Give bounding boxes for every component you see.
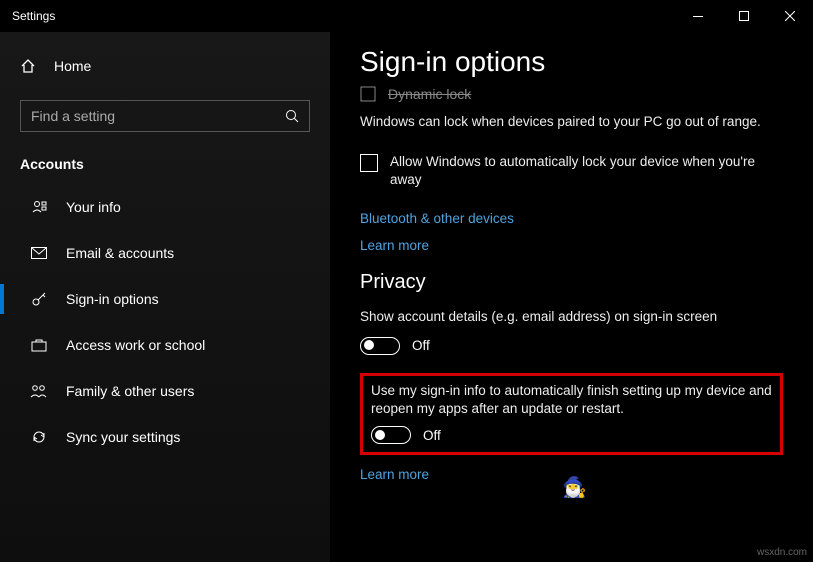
checkbox-outline-icon: [360, 86, 376, 102]
sidebar-item-label: Sign-in options: [66, 291, 159, 307]
home-button[interactable]: Home: [0, 44, 330, 88]
sidebar-item-your-info[interactable]: Your info: [0, 184, 330, 230]
briefcase-icon: [30, 338, 48, 352]
sidebar-item-sync-settings[interactable]: Sync your settings: [0, 414, 330, 460]
dynamic-lock-label: Dynamic lock: [388, 86, 471, 102]
learn-more-link[interactable]: Learn more: [360, 238, 783, 253]
search-input[interactable]: [31, 108, 277, 124]
mascot-overlay: 🧙‍♂️: [562, 475, 587, 500]
home-label: Home: [54, 58, 91, 74]
checkbox-icon[interactable]: [360, 154, 378, 172]
toggle-state-label: Off: [412, 338, 430, 353]
sidebar-item-email-accounts[interactable]: Email & accounts: [0, 230, 330, 276]
sidebar-item-label: Your info: [66, 199, 121, 215]
signin-info-label: Use my sign-in info to automatically fin…: [371, 382, 772, 418]
sidebar-nav: Your info Email & accounts Sign-in optio…: [0, 184, 330, 460]
close-button[interactable]: [767, 0, 813, 32]
sidebar-item-access-work-school[interactable]: Access work or school: [0, 322, 330, 368]
privacy-section-header: Privacy: [360, 271, 783, 294]
sidebar-item-family-users[interactable]: Family & other users: [0, 368, 330, 414]
sidebar-item-label: Access work or school: [66, 337, 205, 353]
sync-icon: [30, 429, 48, 445]
watermark: wsxdn.com: [757, 547, 807, 558]
signin-info-toggle[interactable]: [371, 426, 411, 444]
account-details-toggle-row: Off: [360, 337, 783, 355]
highlight-annotation: Use my sign-in info to automatically fin…: [360, 373, 783, 455]
dynamic-lock-checkbox-row[interactable]: Allow Windows to automatically lock your…: [360, 153, 783, 189]
dynamic-lock-header: Dynamic lock: [360, 86, 783, 102]
home-icon: [20, 58, 36, 74]
key-icon: [30, 291, 48, 307]
sidebar: Home Accounts Your info: [0, 32, 330, 562]
window-title: Settings: [12, 9, 55, 23]
page-title: Sign-in options: [360, 46, 783, 78]
signin-info-toggle-row: Off: [371, 426, 772, 444]
toggle-state-label: Off: [423, 428, 441, 443]
window-controls: [675, 0, 813, 32]
person-icon: [30, 199, 48, 215]
bluetooth-link[interactable]: Bluetooth & other devices: [360, 211, 783, 226]
account-details-label: Show account details (e.g. email address…: [360, 308, 780, 326]
minimize-button[interactable]: [675, 0, 721, 32]
account-details-toggle[interactable]: [360, 337, 400, 355]
maximize-button[interactable]: [721, 0, 767, 32]
search-icon: [285, 109, 299, 123]
sidebar-section-label: Accounts: [0, 150, 330, 184]
sidebar-item-signin-options[interactable]: Sign-in options: [0, 276, 330, 322]
sidebar-item-label: Sync your settings: [66, 429, 180, 445]
mail-icon: [30, 247, 48, 259]
dynamic-lock-description: Windows can lock when devices paired to …: [360, 114, 783, 129]
titlebar: Settings: [0, 0, 813, 32]
dynamic-lock-checkbox-label: Allow Windows to automatically lock your…: [390, 153, 783, 189]
sidebar-item-label: Family & other users: [66, 383, 194, 399]
people-icon: [30, 384, 48, 398]
sidebar-item-label: Email & accounts: [66, 245, 174, 261]
search-box[interactable]: [20, 100, 310, 132]
